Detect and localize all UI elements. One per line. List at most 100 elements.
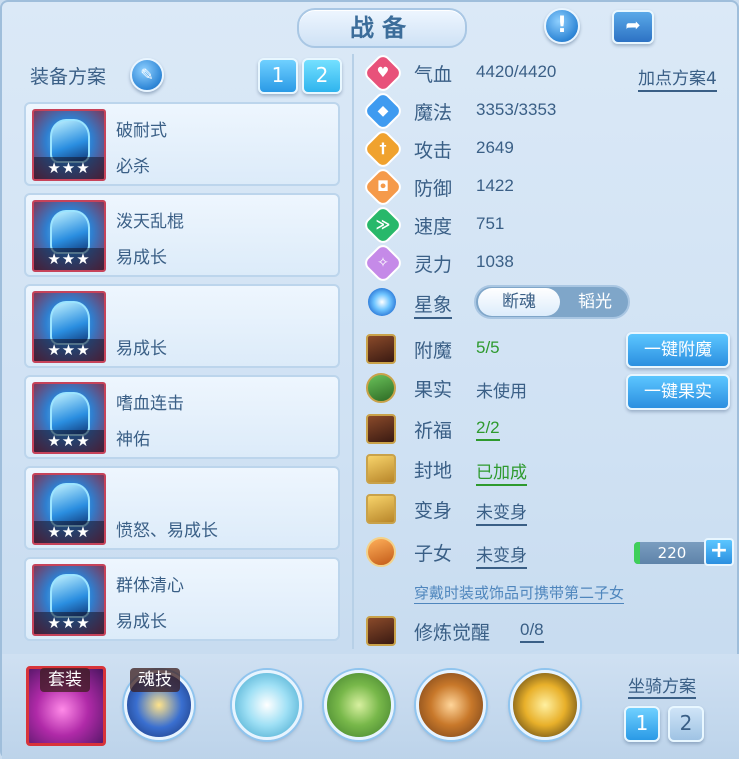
battle-prep-panel: 战备 ! ➦ 装备方案 ✎ 1 2 ★★★ 破耐式 必杀 ★★★ 泼天乱棍 易成… bbox=[0, 0, 739, 759]
stat-label: 防御 bbox=[414, 178, 453, 200]
stat-spirit: ✧ 灵力 1038 bbox=[361, 241, 614, 285]
attr-label: 变身 bbox=[414, 500, 453, 522]
one-click-enchant-button[interactable]: 一键附魔 bbox=[626, 332, 730, 368]
equip-trait: 神佑 bbox=[116, 430, 150, 450]
stat-label: 灵力 bbox=[414, 254, 453, 276]
plan-page-1-button[interactable]: 1 bbox=[258, 58, 298, 94]
share-icon[interactable]: ➦ bbox=[612, 10, 654, 44]
transform-icon bbox=[366, 494, 396, 524]
equip-trait: 易成长 bbox=[116, 612, 167, 632]
attr-label: 子女 bbox=[414, 543, 453, 565]
blade-skill-icon[interactable] bbox=[416, 670, 486, 740]
attr-fief: 封地 已加成 bbox=[364, 452, 614, 486]
star-rating: ★★★ bbox=[34, 157, 104, 179]
stat-speed: ≫ 速度 751 bbox=[361, 203, 614, 247]
equip-trait: 必杀 bbox=[116, 157, 150, 177]
equip-name: 泼天乱棍 bbox=[116, 212, 184, 232]
suit-tag: 套装 bbox=[40, 668, 90, 692]
star-sign-toggle[interactable]: 断魂 韬光 bbox=[474, 285, 630, 319]
mount-plan-label: 坐骑方案 bbox=[628, 672, 696, 699]
equip-trait: 愤怒、易成长 bbox=[116, 521, 218, 541]
stat-label: 速度 bbox=[414, 216, 453, 238]
equip-icon: ★★★ bbox=[32, 564, 106, 636]
child-hint-link[interactable]: 穿戴时装或饰品可携带第二子女 bbox=[414, 582, 625, 604]
fief-icon bbox=[366, 454, 396, 484]
cultivation-label: 修炼觉醒 bbox=[414, 622, 491, 644]
equip-card-1[interactable]: ★★★ 破耐式 必杀 bbox=[24, 102, 340, 186]
equip-card-5[interactable]: ★★★ 愤怒、易成长 bbox=[24, 466, 340, 550]
equip-card-2[interactable]: ★★★ 泼天乱棍 易成长 bbox=[24, 193, 340, 277]
add-point-plan-link[interactable]: 加点方案4 bbox=[638, 64, 717, 92]
equip-trait: 易成长 bbox=[116, 248, 167, 268]
stat-value: 1422 bbox=[476, 176, 514, 195]
toggle-option-active[interactable]: 断魂 bbox=[478, 288, 560, 316]
equip-card-3[interactable]: ★★★ 易成长 bbox=[24, 284, 340, 368]
page-title: 战备 bbox=[350, 14, 414, 42]
fist-skill-icon[interactable] bbox=[232, 670, 302, 740]
blessing-icon bbox=[366, 414, 396, 444]
shadow-skill-icon[interactable] bbox=[510, 670, 580, 740]
vine-skill-icon[interactable] bbox=[324, 670, 394, 740]
cultivation-value[interactable]: 0/8 bbox=[520, 620, 544, 643]
star-sign-row: 星象 断魂 韬光 bbox=[364, 284, 634, 320]
sword-icon: † bbox=[361, 127, 405, 171]
lightning-icon: ≫ bbox=[361, 203, 405, 247]
mount-page-1-button[interactable]: 1 bbox=[624, 706, 660, 742]
attr-value[interactable]: 2/2 bbox=[476, 418, 500, 441]
equip-icon: ★★★ bbox=[32, 382, 106, 454]
toggle-option-inactive[interactable]: 韬光 bbox=[562, 288, 628, 316]
attr-label: 附魔 bbox=[414, 340, 453, 362]
fruit-icon bbox=[366, 373, 396, 403]
stat-value: 4420/4420 bbox=[476, 62, 557, 81]
equip-name: 嗜血连击 bbox=[116, 394, 184, 414]
stat-label: 魔法 bbox=[414, 102, 453, 124]
attr-value[interactable]: 未变身 bbox=[476, 541, 527, 569]
stat-label: 气血 bbox=[414, 64, 453, 86]
cultivation-row: 修炼觉醒 0/8 bbox=[364, 614, 614, 648]
attr-value: 5/5 bbox=[476, 338, 500, 357]
attr-enchant: 附魔 5/5 bbox=[364, 332, 614, 366]
stat-mp: ◆ 魔法 3353/3353 bbox=[361, 89, 614, 133]
heart-icon: ♥ bbox=[361, 51, 405, 95]
attr-label: 果实 bbox=[414, 379, 453, 401]
stat-value: 1038 bbox=[476, 252, 514, 271]
star-rating: ★★★ bbox=[34, 612, 104, 634]
stat-attack: † 攻击 2649 bbox=[361, 127, 614, 171]
mount-page-2-button[interactable]: 2 bbox=[668, 706, 704, 742]
equip-icon: ★★★ bbox=[32, 291, 106, 363]
star-rating: ★★★ bbox=[34, 248, 104, 270]
attr-blessing: 祈福 2/2 bbox=[364, 412, 614, 446]
attr-label: 封地 bbox=[414, 460, 453, 482]
cultivation-icon bbox=[366, 616, 396, 646]
soul-skill-tag: 魂技 bbox=[130, 668, 180, 692]
add-child-button[interactable]: + bbox=[704, 538, 734, 566]
stat-value: 3353/3353 bbox=[476, 100, 557, 119]
attr-label: 祈福 bbox=[414, 420, 453, 442]
star-sign-label[interactable]: 星象 bbox=[414, 290, 453, 319]
equip-plan-heading: 装备方案 bbox=[30, 66, 107, 88]
equip-name: 破耐式 bbox=[116, 121, 167, 141]
column-divider bbox=[352, 54, 354, 649]
attr-child: 子女 未变身 bbox=[364, 535, 614, 569]
sparkle-icon: ✧ bbox=[361, 241, 405, 285]
star-sign-icon bbox=[368, 288, 396, 316]
equip-card-4[interactable]: ★★★ 嗜血连击 神佑 bbox=[24, 375, 340, 459]
edit-plan-button[interactable]: ✎ bbox=[130, 58, 164, 92]
equip-icon: ★★★ bbox=[32, 473, 106, 545]
attr-value[interactable]: 已加成 bbox=[476, 458, 527, 486]
equip-icon: ★★★ bbox=[32, 200, 106, 272]
attr-fruit: 果实 未使用 bbox=[364, 371, 614, 405]
one-click-fruit-button[interactable]: 一键果实 bbox=[626, 374, 730, 410]
child-icon bbox=[366, 537, 396, 567]
shield-icon: ◘ bbox=[361, 165, 405, 209]
child-value-bar: 220 bbox=[634, 542, 710, 564]
equip-icon: ★★★ bbox=[32, 109, 106, 181]
attr-value[interactable]: 未变身 bbox=[476, 498, 527, 526]
equip-card-6[interactable]: ★★★ 群体清心 易成长 bbox=[24, 557, 340, 641]
plan-page-2-button[interactable]: 2 bbox=[302, 58, 342, 94]
stat-defense: ◘ 防御 1422 bbox=[361, 165, 614, 209]
child-value: 220 bbox=[657, 544, 687, 562]
stat-value: 2649 bbox=[476, 138, 514, 157]
equip-trait: 易成长 bbox=[116, 339, 167, 359]
exclamation-icon[interactable]: ! bbox=[544, 8, 580, 44]
